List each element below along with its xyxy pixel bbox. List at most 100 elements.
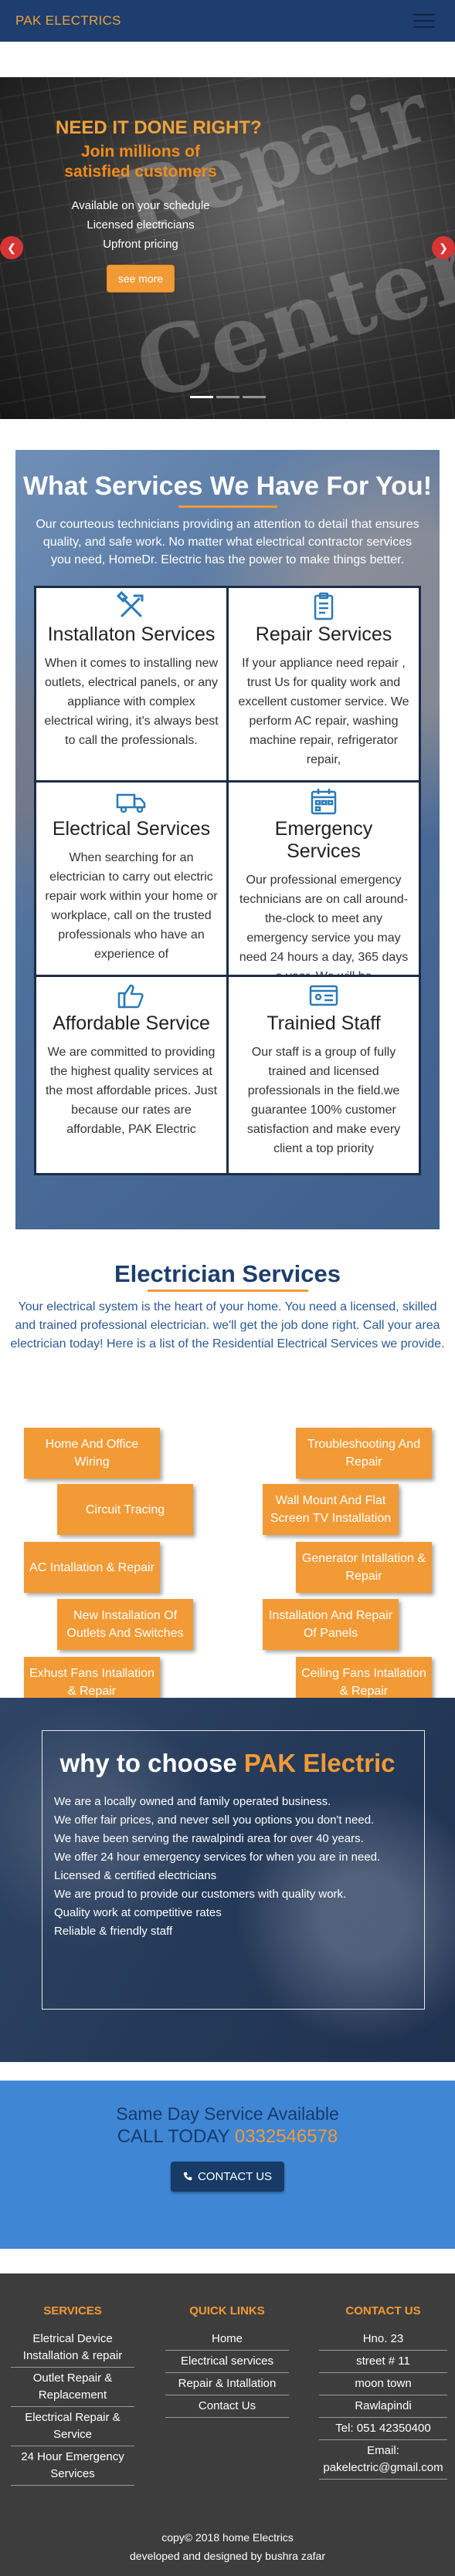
- why-point: We have been serving the rawalpindi area…: [54, 1832, 364, 1845]
- hero-line: Licensed electricians: [87, 218, 195, 232]
- footer-service-item[interactable]: Outlet Repair & Replacement: [11, 2368, 134, 2407]
- cta-title: Same Day Service Available: [116, 2104, 339, 2124]
- footer-services-heading: SERVICES: [43, 2304, 102, 2317]
- contact-us-button[interactable]: CONTACT US: [170, 2162, 285, 2192]
- truck-icon: [114, 786, 148, 816]
- footer-email[interactable]: Email: pakelectric@gmail.com: [319, 2440, 447, 2480]
- brand-logo[interactable]: PAK ELECTRICS: [15, 13, 121, 29]
- footer-service-item[interactable]: Eletrical Device Installation & repair: [11, 2328, 134, 2368]
- hamburger-icon: [413, 14, 435, 15]
- footer-service-item[interactable]: Electrical Repair & Service: [11, 2407, 134, 2446]
- navbar: PAK ELECTRICS: [0, 0, 455, 42]
- service-item[interactable]: Wall Mount And Flat Screen TV Installati…: [263, 1484, 399, 1535]
- service-card-text: Our staff is a group of fully trained an…: [246, 1046, 401, 1155]
- chevron-left-icon: ❮: [7, 241, 16, 254]
- footer: SERVICES Eletrical Device Installation &…: [0, 2273, 455, 2576]
- thumbs-up-icon: [114, 980, 148, 1011]
- service-item[interactable]: Generator Intallation & Repair: [296, 1542, 432, 1593]
- contact-us-label: CONTACT US: [197, 2170, 273, 2183]
- title-underline: [178, 505, 277, 508]
- cta-section: Same Day Service Available CALL TODAY 03…: [0, 2081, 455, 2249]
- footer-link-contact[interactable]: Contact Us: [165, 2395, 289, 2418]
- why-list: We are a locally owned and family operat…: [54, 1793, 402, 1941]
- electrician-intro: Your electrical system is the heart of y…: [10, 1300, 445, 1351]
- footer-phone[interactable]: Tel: 051 42350400: [319, 2418, 447, 2440]
- service-card: Electrical Services When searching for a…: [36, 783, 226, 975]
- hero-subheading: Join millions of satisfied customers: [64, 143, 217, 181]
- service-item[interactable]: Installation And Repair Of Panels: [263, 1599, 399, 1650]
- why-choose-section: why to choose PAK Electric We are a loca…: [0, 1698, 455, 2062]
- why-point: We are proud to provide our customers wi…: [54, 1888, 347, 1901]
- footer-contact-line: Rawlapindi: [319, 2395, 447, 2418]
- phone-icon: [183, 2172, 192, 2181]
- phone-number[interactable]: 0332546578: [235, 2126, 338, 2147]
- service-item[interactable]: Troubleshooting And Repair: [296, 1428, 432, 1479]
- carousel-prev-button[interactable]: ❮: [0, 236, 23, 259]
- carousel-indicator[interactable]: [242, 396, 266, 398]
- service-card-title: Repair Services: [255, 624, 392, 645]
- service-card-title: Installaton Services: [47, 624, 216, 645]
- tools-icon: [114, 591, 148, 622]
- footer-contact-line: moon town: [319, 2373, 447, 2395]
- service-item[interactable]: Circuit Tracing: [57, 1484, 193, 1535]
- footer-contact-line: street # 11: [319, 2351, 447, 2373]
- footer-contact-line: Hno. 23: [319, 2328, 447, 2351]
- carousel-indicator[interactable]: [189, 396, 213, 398]
- service-card: Emergency Services Our professional emer…: [229, 783, 419, 975]
- why-point: We offer 24 hour emergency services for …: [54, 1851, 381, 1864]
- why-title: why to choose PAK Electric: [59, 1749, 396, 1777]
- footer-link-home[interactable]: Home: [165, 2328, 289, 2351]
- carousel-indicator[interactable]: [216, 396, 239, 398]
- see-more-button[interactable]: see more: [106, 265, 175, 292]
- electrician-title: Electrician Services: [114, 1260, 341, 1287]
- copyright-text: copy© 2018 home Electrics: [161, 2531, 294, 2544]
- carousel-indicators: [189, 396, 266, 398]
- service-card-title: Emergency Services: [274, 818, 373, 862]
- footer-services: SERVICES Eletrical Device Installation &…: [11, 2304, 134, 2486]
- service-card-title: Electrical Services: [52, 818, 211, 840]
- service-card: Affordable Service We are committed to p…: [36, 977, 226, 1173]
- hero-carousel: Repair Center NEED IT DONE RIGHT? Join m…: [0, 77, 455, 419]
- service-card-text: We are committed to providing the highes…: [45, 1046, 218, 1136]
- service-card-text: When searching for an electrician to car…: [45, 851, 218, 961]
- clipboard-icon: [307, 591, 341, 622]
- services-title: What Services We Have For You!: [22, 472, 433, 501]
- calendar-icon: [307, 786, 341, 816]
- footer-contact-heading: CONTACT US: [345, 2304, 421, 2317]
- electrician-services-section: Electrician Services Your electrical sys…: [0, 1260, 455, 1708]
- services-intro: Our courteous technicians providing an a…: [36, 518, 419, 566]
- why-point: We are a locally owned and family operat…: [54, 1795, 331, 1808]
- service-card-text: Our professional emergency technicians a…: [239, 874, 409, 975]
- service-card: Trainied Staff Our staff is a group of f…: [229, 977, 419, 1173]
- title-underline: [147, 1290, 308, 1292]
- chevron-right-icon: ❯: [439, 241, 448, 254]
- service-card-title: Affordable Service: [53, 1012, 210, 1034]
- service-card-text: If your appliance need repair , trust Us…: [238, 657, 409, 766]
- services-cards: Installaton Services When it comes to in…: [34, 586, 421, 1175]
- why-point: Licensed & certified electricians: [54, 1869, 217, 1882]
- carousel-next-button[interactable]: ❯: [432, 236, 455, 259]
- service-item[interactable]: Home And Office Wiring: [24, 1428, 160, 1479]
- menu-toggle-button[interactable]: [409, 9, 440, 32]
- service-card-title: Trainied Staff: [267, 1012, 381, 1034]
- footer-quick-links: QUICK LINKS Home Electrical services Rep…: [165, 2304, 289, 2418]
- why-point: We offer fair prices, and never sell you…: [54, 1814, 375, 1827]
- service-item[interactable]: AC Intallation & Repair: [24, 1542, 160, 1593]
- footer-contact: CONTACT US Hno. 23 street # 11 moon town…: [319, 2304, 447, 2480]
- services-section: What Services We Have For You! Our court…: [15, 450, 440, 1229]
- why-point: Reliable & friendly staff: [54, 1925, 173, 1938]
- copyright: copy© 2018 home Electrics developed and …: [0, 2528, 455, 2565]
- credit-text: developed and designed by bushra zafar: [130, 2550, 325, 2562]
- service-card: Installaton Services When it comes to in…: [36, 588, 226, 780]
- hero-line: Available on your schedule: [71, 199, 210, 212]
- cta-call: CALL TODAY 0332546578: [117, 2126, 338, 2147]
- service-card-text: When it comes to installing new outlets,…: [44, 657, 219, 747]
- why-title-accent: PAK Electric: [243, 1749, 396, 1777]
- id-card-icon: [307, 980, 341, 1011]
- service-item[interactable]: New Installation Of Outlets And Switches: [57, 1599, 193, 1650]
- footer-link-electrical-services[interactable]: Electrical services: [165, 2351, 289, 2373]
- hero-caption: NEED IT DONE RIGHT? Join millions of sat…: [56, 117, 262, 292]
- footer-link-repair[interactable]: Repair & Intallation: [165, 2373, 289, 2395]
- why-point: Quality work at competitive rates: [54, 1906, 222, 1919]
- footer-service-item[interactable]: 24 Hour Emergency Services: [11, 2446, 134, 2486]
